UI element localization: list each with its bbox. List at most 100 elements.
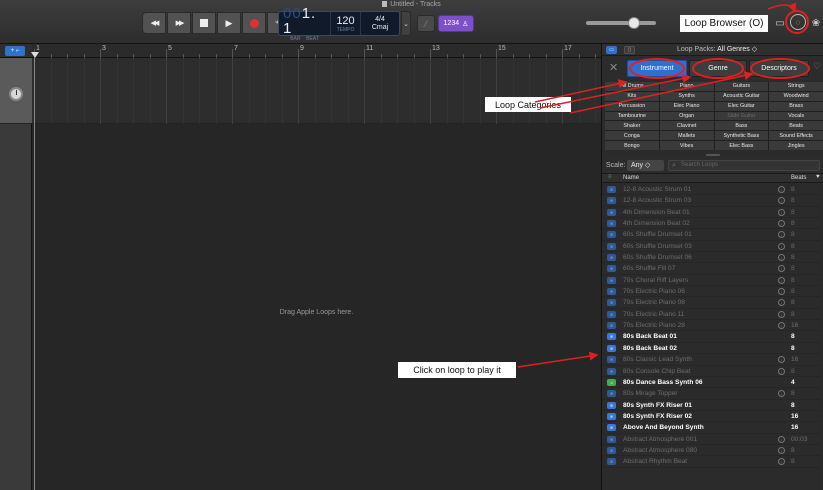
loop-row[interactable]: ≋ 80s Mirage Topper ↓ 8 [602,388,823,400]
category-button[interactable]: Clavinet [659,121,714,131]
loop-row[interactable]: ≋ 70s Choral Riff Layers ↓ 8 [602,275,823,287]
favorites-button[interactable]: ♡ [813,61,821,72]
download-icon[interactable]: ↓ [778,322,785,330]
scale-select[interactable]: Any ◇ [627,160,664,171]
loop-row[interactable]: ≋ 60s Shuffle Drumset 03 ↓ 8 [602,241,823,253]
download-icon[interactable]: ↓ [778,220,785,228]
download-icon[interactable]: ↓ [778,367,785,375]
reset-filter-button[interactable]: ✕ [609,61,618,74]
category-button[interactable]: Elec Bass [714,141,769,150]
download-icon[interactable]: ↓ [778,231,785,239]
favorite-column-header[interactable]: ♥ [816,174,820,180]
lcd-display[interactable]: 001. 1 BAR BEAT 120 TEMPO 4/4 Cmaj [278,6,400,42]
category-button[interactable]: Guitars [714,82,769,91]
play-button[interactable]: ▶ [217,12,241,34]
loop-row[interactable]: ≋ 4th Dimension Beat 01 ↓ 8 [602,207,823,219]
count-in-metronome-button[interactable]: 1234 ♙ [438,15,474,32]
category-button[interactable]: Tambourine [605,111,659,121]
category-button[interactable]: Vocals [769,111,823,121]
download-icon[interactable]: ↓ [778,276,785,284]
master-volume-knob[interactable] [628,17,640,29]
download-icon[interactable]: ↓ [778,208,785,216]
download-icon[interactable]: ↓ [778,299,785,307]
category-button[interactable]: Bongo [605,141,659,150]
category-button[interactable]: Shaker [605,121,659,131]
loop-row[interactable]: ≋ 70s Electric Piano 08 ↓ 8 [602,297,823,309]
category-button[interactable]: Kits [605,91,659,101]
category-button[interactable]: Bass [714,121,769,131]
add-track-button[interactable]: + ⌐ [5,46,25,56]
loop-row[interactable]: ≋ 80s Console Chip Beat ↓ 8 [602,366,823,377]
tuner-button[interactable]: ⁄ [417,15,435,32]
files-tab[interactable]: ▯ [624,46,635,54]
category-button[interactable]: Woodwind [769,91,823,101]
category-button[interactable]: Jingles [769,141,823,150]
loops-tab[interactable]: ▭ [606,46,617,54]
beats-column-header[interactable]: Beats [791,175,806,181]
loop-row[interactable]: ≋ 12-8 Acoustic Strum 03 ↓ 8 [602,195,823,207]
loop-row[interactable]: ≋ 80s Back Beat 02 8 [602,343,823,355]
loop-row[interactable]: ≋ 60s Shuffle Fill 07 ↓ 8 [602,263,823,275]
download-icon[interactable]: ↓ [778,390,785,398]
category-button[interactable]: Vibes [659,141,714,150]
download-icon[interactable]: ↓ [778,435,785,443]
download-icon[interactable]: ↓ [778,356,785,364]
loop-row[interactable]: ≋ 70s Electric Piano 28 ↓ 16 [602,320,823,332]
loop-row[interactable]: ≋ 4th Dimension Beat 02 ↓ 8 [602,218,823,230]
loop-row[interactable]: ≋ Above And Beyond Synth 16 [602,422,823,434]
category-button[interactable]: Acoustic Guitar [714,91,769,101]
lcd-mode-chevron[interactable]: ⌄ [401,11,411,36]
loop-row[interactable]: ≋ 70s Electric Piano 06 ↓ 8 [602,286,823,298]
download-icon[interactable]: ↓ [778,242,785,250]
download-icon[interactable]: ↓ [778,288,785,296]
loop-row[interactable]: ≋ Abstract Atmosphere 001 ↓ 00:03 [602,434,823,445]
category-button[interactable]: Strings [769,82,823,91]
loop-row[interactable]: ♫ 80s Dance Bass Synth 06 4 [602,377,823,389]
loop-row[interactable]: ≋ 12-8 Acoustic Strum 01 ↓ 8 [602,184,823,196]
category-button[interactable]: Beats [769,121,823,131]
category-button[interactable]: Mallets [659,131,714,141]
fast-forward-button[interactable]: ▶▶ [167,12,191,34]
loop-row[interactable]: ≋ 80s Back Beat 01 8 [602,331,823,343]
download-icon[interactable]: ↓ [778,446,785,454]
track-volume-knob[interactable] [9,87,23,101]
loop-row[interactable]: ≋ 70s Electric Piano 11 ↓ 8 [602,309,823,321]
resize-handle[interactable] [706,154,720,156]
loop-row[interactable]: ≋ 80s Synth FX Riser 01 8 [602,400,823,411]
rewind-button[interactable]: ◀◀ [142,12,166,34]
download-icon[interactable]: ↓ [778,197,785,205]
download-icon[interactable]: ↓ [778,186,785,193]
category-button[interactable]: All Drums [605,82,659,91]
category-button[interactable]: Elec Guitar [714,101,769,111]
category-button[interactable]: Synths [659,91,714,101]
category-button[interactable]: Sound Effects [769,131,823,141]
category-button[interactable]: Piano [659,82,714,91]
loop-row[interactable]: ≋ 80s Classic Lead Synth ↓ 16 [602,354,823,366]
category-button[interactable]: Conga [605,131,659,141]
download-icon[interactable]: ↓ [778,458,785,466]
stop-button[interactable] [192,12,216,34]
loop-row[interactable]: ≋ 60s Shuffle Drumset 01 ↓ 8 [602,229,823,241]
search-input[interactable]: ⌕ Search Loops [668,160,820,171]
download-icon[interactable]: ↓ [778,254,785,262]
category-button[interactable]: Elec Piano [659,101,714,111]
download-icon[interactable]: ↓ [778,310,785,318]
category-button[interactable]: Slide Guitar [714,111,769,121]
loop-row[interactable]: ≋ Abstract Atmosphere 080 ↓ 8 [602,445,823,457]
track-lane[interactable] [32,58,613,124]
loop-packs-selector[interactable]: Loop Packs: All Genres ◇ [677,45,757,53]
category-button[interactable]: Brass [769,101,823,111]
download-icon[interactable]: ↓ [778,265,785,273]
list-icon[interactable]: ≡ [608,174,612,180]
loop-row[interactable]: ≋ 80s Synth FX Riser 02 16 [602,411,823,423]
tracks-area[interactable]: Drag Apple Loops here. [32,58,613,490]
category-button[interactable]: Organ [659,111,714,121]
loop-row[interactable]: ≋ 60s Shuffle Drumset 06 ↓ 8 [602,252,823,264]
record-button[interactable] [242,12,266,34]
name-column-header[interactable]: Name [623,175,639,181]
loop-row[interactable]: ≋ Abstract Rhythm Beat ↓ 8 [602,456,823,468]
media-browser-button[interactable]: ❀ [809,16,823,30]
timeline-ruler[interactable]: 1 3 5 7 9 11 13 15 17 [32,44,613,58]
master-volume-slider[interactable] [586,21,656,25]
category-button[interactable]: Percussion [605,101,659,111]
